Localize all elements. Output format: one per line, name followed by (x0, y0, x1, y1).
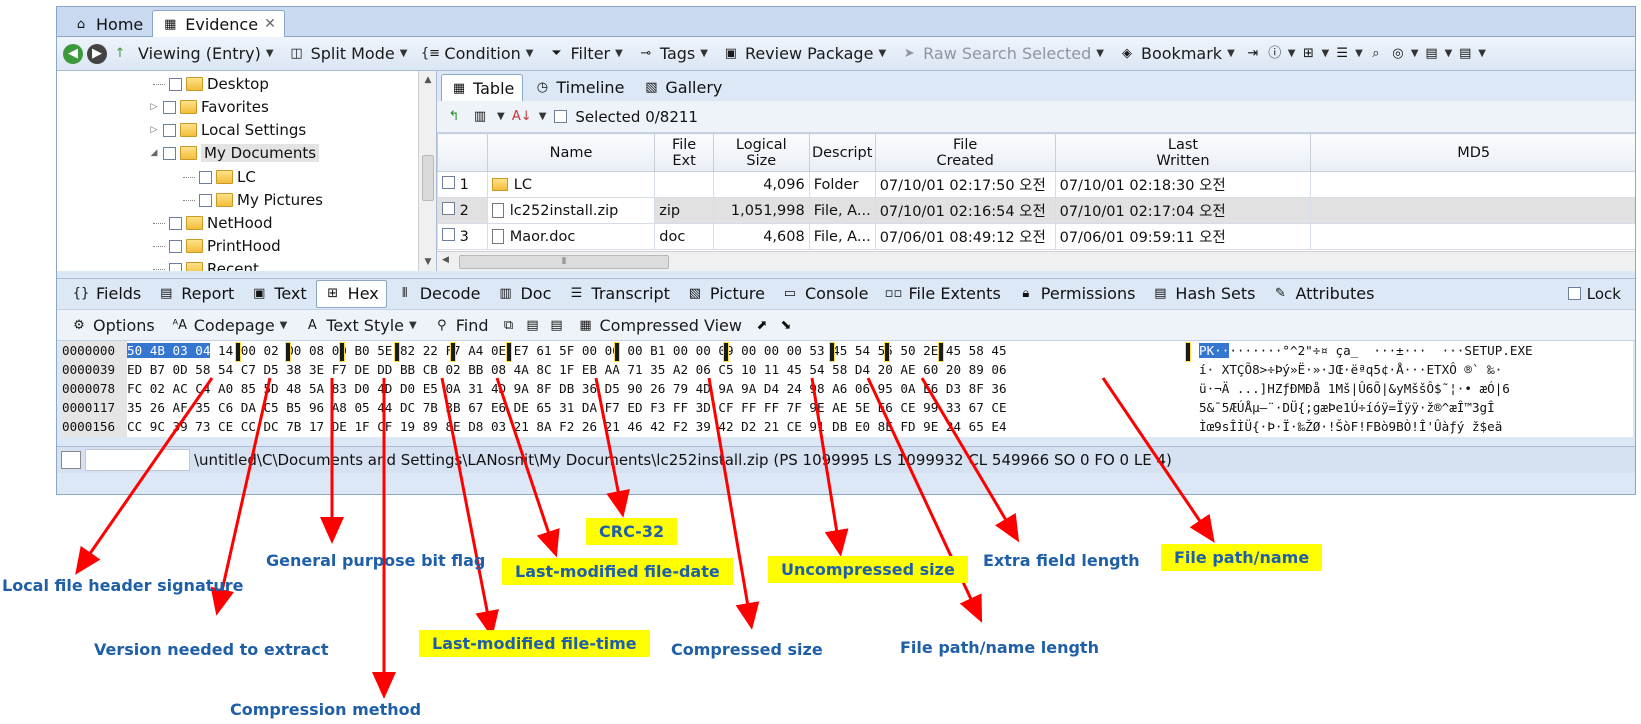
annotation-arrows (75, 377, 1215, 699)
annotation-comp-size: Compressed size (671, 640, 823, 659)
annotation-extra-len: Extra field length (983, 551, 1140, 570)
annotation-compression: Compression method (230, 700, 422, 719)
arrow-version (210, 377, 272, 616)
annotation-version: Version needed to extract (94, 640, 329, 659)
annotation-local-header: Local file header signature (2, 576, 244, 595)
arrow-crc (594, 377, 630, 518)
arrow-file-name (1101, 377, 1215, 543)
arrow-local-header (75, 377, 214, 575)
arrow-uncomp-size (810, 377, 849, 557)
annotation-file-name: File path/name (1161, 544, 1323, 571)
annotation-name-len: File path/name length (900, 638, 1099, 657)
annotation-mod-date: Last-modified file-date (502, 558, 733, 585)
annotation-mod-time: Last-modified file-time (419, 630, 650, 657)
arrow-mod-time (440, 377, 499, 638)
arrow-mod-date (495, 377, 560, 558)
annotation-gp-flag: General purpose bit flag (266, 551, 486, 570)
annotation-uncomp-size: Uncompressed size (768, 556, 968, 583)
annotation-crc: CRC-32 (586, 518, 678, 545)
arrow-extra-len (920, 377, 1020, 543)
